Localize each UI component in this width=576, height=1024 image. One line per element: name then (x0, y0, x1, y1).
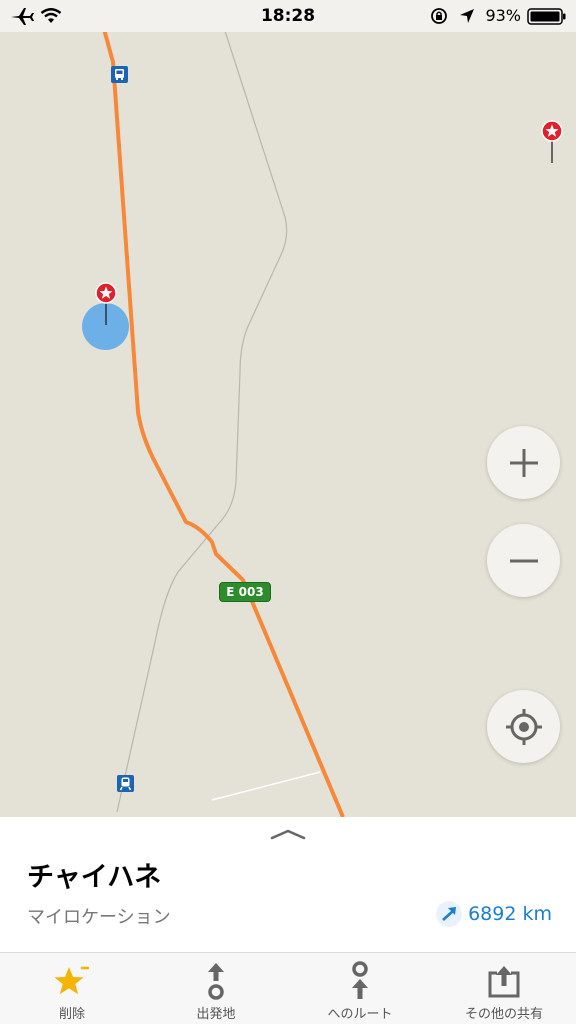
place-title: チャイハネ (27, 862, 162, 893)
share-icon (486, 961, 522, 1001)
minus-icon (509, 559, 538, 562)
zoom-in-button[interactable] (487, 426, 560, 499)
action-tab-bar: 削除 出発地 へのルート その他の共有 (0, 952, 576, 1024)
favorite-pin-icon[interactable] (94, 282, 118, 326)
star-icon (52, 961, 92, 1001)
location-arrow-icon (460, 9, 474, 23)
route-to-icon (348, 961, 372, 1001)
chevron-up-icon[interactable] (269, 827, 307, 841)
crosshair-icon (505, 708, 542, 745)
battery-percent: 93% (485, 6, 521, 25)
direction-arrow-icon (436, 901, 463, 927)
favorite-pin-icon[interactable] (540, 120, 564, 164)
tab-label: その他の共有 (464, 1007, 543, 1022)
place-subtitle: マイロケーション (27, 907, 171, 928)
rotation-lock-icon (431, 8, 447, 24)
bus-stop-icon[interactable] (111, 66, 128, 83)
remove-favorite-button[interactable]: 削除 (0, 953, 144, 1024)
zoom-out-button[interactable] (487, 524, 560, 597)
app-screen: 18:28 93% E 003 チャイハネ マイロケーション 6892 km 削… (0, 0, 576, 1024)
route-from-button[interactable]: 出発地 (144, 953, 288, 1024)
status-bar: 18:28 93% (0, 0, 576, 32)
distance-value: 6892 km (468, 903, 552, 925)
tab-label: 出発地 (196, 1007, 236, 1022)
plus-icon (509, 448, 538, 477)
battery-icon (527, 8, 566, 25)
distance-indicator: 6892 km (436, 901, 552, 927)
road-shield-e003: E 003 (219, 582, 271, 602)
map-view[interactable]: E 003 (0, 32, 576, 817)
tab-label: へのルート (327, 1007, 393, 1022)
map-roads (102, 32, 345, 817)
tab-label: 削除 (58, 1007, 85, 1022)
place-bottom-sheet[interactable]: チャイハネ マイロケーション 6892 km (0, 817, 576, 952)
share-button[interactable]: その他の共有 (432, 953, 576, 1024)
train-station-icon[interactable] (117, 775, 134, 792)
route-to-button[interactable]: へのルート (288, 953, 432, 1024)
route-from-icon (204, 961, 228, 1001)
my-location-button[interactable] (487, 690, 560, 763)
